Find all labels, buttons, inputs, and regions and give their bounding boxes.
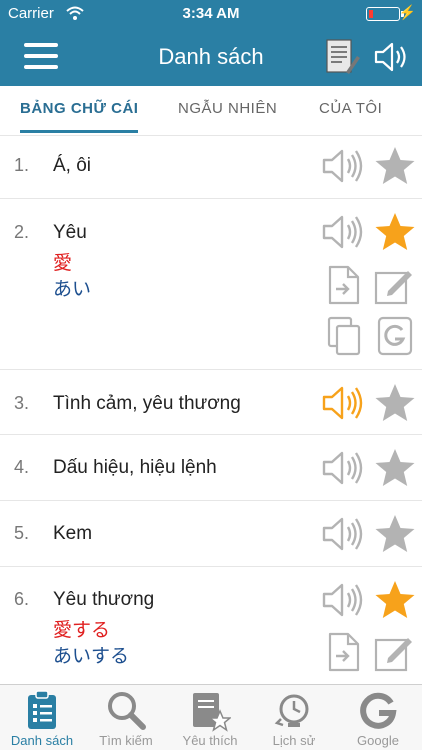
entry-kana: あい: [53, 279, 92, 300]
entry-kanji: 愛: [53, 253, 73, 274]
copy-icon[interactable]: [326, 315, 364, 357]
list-item[interactable]: 2. Yêu 愛 あい: [0, 199, 422, 370]
speaker-playing-icon[interactable]: [321, 383, 365, 423]
entry-number: 4.: [14, 457, 30, 477]
speaker-icon[interactable]: [373, 40, 411, 74]
status-bar: Carrier 3:34 AM ⚡: [0, 0, 422, 28]
entry-kana: あいする: [53, 646, 130, 667]
notes-icon[interactable]: [324, 38, 360, 76]
charging-icon: ⚡: [398, 4, 416, 20]
speaker-icon[interactable]: [321, 146, 365, 186]
battery-icon: [366, 7, 404, 21]
entry-kanji: 愛する: [53, 620, 111, 641]
entry-number: 6.: [14, 589, 30, 609]
navigation-bar: Danh sách: [0, 28, 422, 86]
speaker-icon[interactable]: [321, 514, 365, 554]
tabbar-label: Google: [357, 733, 399, 748]
list-item[interactable]: 1. Á, ôi: [0, 136, 422, 199]
star-icon[interactable]: [373, 145, 417, 187]
search-icon: [108, 692, 146, 730]
entry-number: 2.: [14, 222, 30, 242]
tabbar-item-google[interactable]: Google: [336, 685, 420, 750]
word-list: 1. Á, ôi 2. Yêu 愛 あい 3. Tình cảm, yêu th…: [0, 136, 422, 684]
speaker-icon[interactable]: [321, 212, 365, 252]
tabbar-label: Lịch sử: [272, 733, 316, 748]
speaker-icon[interactable]: [321, 580, 365, 620]
history-icon: [274, 694, 309, 727]
list-item[interactable]: 5. Kem: [0, 501, 422, 567]
star-icon[interactable]: [373, 579, 417, 621]
google-translate-icon[interactable]: [377, 315, 413, 357]
active-tab-indicator: [20, 130, 138, 133]
entry-number: 5.: [14, 523, 30, 543]
entry-word: Dấu hiệu, hiệu lệnh: [53, 457, 217, 478]
tabbar-label: Yêu thích: [182, 733, 238, 748]
edit-icon[interactable]: [374, 632, 414, 672]
bottom-tab-bar: Danh sách Tìm kiếm Yêu thích Lịch sử Goo…: [0, 684, 422, 750]
entry-word: Tình cảm, yêu thương: [53, 393, 241, 414]
list-item[interactable]: 3. Tình cảm, yêu thương: [0, 370, 422, 435]
entry-number: 3.: [14, 393, 30, 413]
category-tabs: BẢNG CHỮ CÁI NGẪU NHIÊN CỦA TÔI: [0, 86, 422, 136]
tabbar-item-search[interactable]: Tìm kiếm: [84, 685, 168, 750]
tabbar-item-favorites[interactable]: Yêu thích: [168, 685, 252, 750]
tab-random[interactable]: NGẪU NHIÊN: [178, 100, 277, 117]
entry-word: Yêu thương: [53, 589, 155, 610]
star-icon[interactable]: [373, 211, 417, 253]
tabbar-item-history[interactable]: Lịch sử: [252, 685, 336, 750]
entry-word: Kem: [53, 523, 93, 544]
clock: 3:34 AM: [182, 5, 240, 22]
tabbar-label: Danh sách: [10, 733, 74, 748]
edit-icon[interactable]: [374, 265, 414, 305]
open-detail-icon[interactable]: [326, 632, 362, 672]
star-icon[interactable]: [373, 513, 417, 555]
speaker-icon[interactable]: [321, 448, 365, 488]
tabbar-item-list[interactable]: Danh sách: [0, 685, 84, 750]
entry-word: Á, ôi: [53, 155, 92, 176]
tab-mine[interactable]: CỦA TÔI: [319, 100, 382, 117]
open-detail-icon[interactable]: [326, 265, 362, 305]
star-icon[interactable]: [373, 447, 417, 489]
star-icon[interactable]: [373, 382, 417, 424]
app-root: Carrier 3:34 AM ⚡ Danh sách BẢNG CHỮ CÁI…: [0, 0, 422, 750]
tab-alphabet[interactable]: BẢNG CHỮ CÁI: [20, 100, 138, 117]
entry-word: Yêu: [53, 222, 87, 243]
entry-number: 1.: [14, 155, 30, 175]
list-item[interactable]: 6. Yêu thương 愛する あいする: [0, 567, 422, 684]
google-icon: [360, 692, 397, 729]
tabbar-label: Tìm kiếm: [99, 733, 153, 748]
list-clipboard-icon: [28, 690, 56, 729]
favorite-book-icon: [193, 693, 231, 732]
list-item[interactable]: 4. Dấu hiệu, hiệu lệnh: [0, 435, 422, 501]
